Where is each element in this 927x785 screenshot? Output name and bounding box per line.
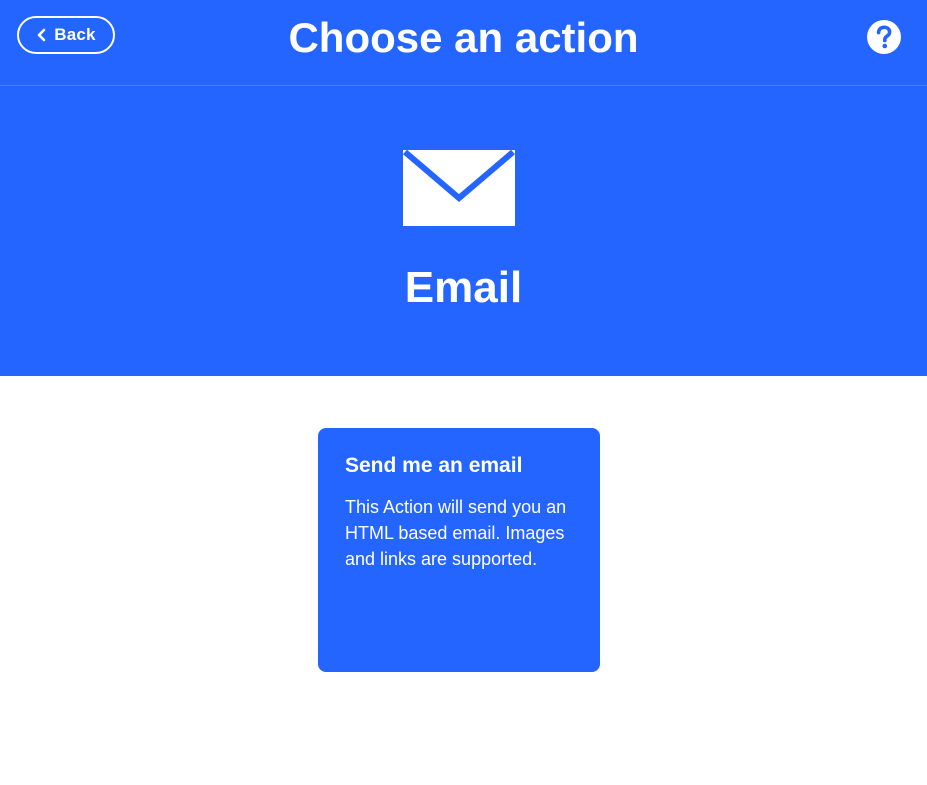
- top-bar: Back Choose an action: [0, 0, 927, 86]
- page-title: Choose an action: [288, 14, 639, 61]
- service-header: Back Choose an action Email: [0, 0, 927, 376]
- service-name: Email: [404, 263, 523, 312]
- action-card-send-me-an-email[interactable]: Send me an email This Action will send y…: [318, 428, 600, 672]
- help-icon[interactable]: [866, 19, 902, 55]
- action-title: Send me an email: [345, 454, 523, 477]
- envelope-icon: [403, 150, 515, 226]
- action-description: This Action will send you an HTML based …: [345, 497, 567, 569]
